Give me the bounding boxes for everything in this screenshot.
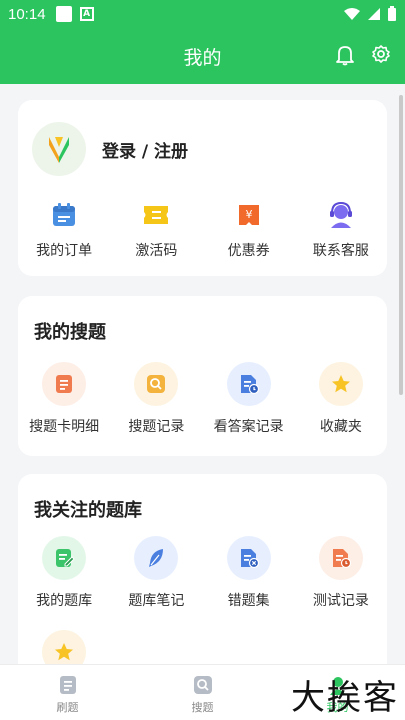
wrong-questions-label: 错题集 (227, 593, 270, 609)
answer-record-button[interactable]: 看答案记录 (203, 362, 295, 436)
my-banks-label: 我的题库 (36, 593, 93, 609)
tab-practice[interactable]: 刷题 (0, 665, 135, 720)
my-banks-card: 我关注的题库 我的题库 题库笔记 错题集 测试记录 (18, 474, 387, 694)
signal-icon (368, 8, 380, 20)
feather-icon (134, 536, 179, 580)
my-search-shortcuts: 搜题卡明细 搜题记录 看答案记录 收藏夹 (18, 362, 387, 436)
my-search-title: 我的搜题 (34, 322, 106, 343)
coupons-button[interactable]: ¥ 优惠券 (203, 200, 295, 260)
bank-notes-button[interactable]: 题库笔记 (110, 536, 202, 610)
my-banks-title: 我关注的题库 (34, 500, 142, 521)
test-records-button[interactable]: 测试记录 (295, 536, 387, 610)
my-search-card: 我的搜题 搜题卡明细 搜题记录 看答案记录 收藏夹 (18, 296, 387, 456)
wrong-doc-icon (226, 536, 271, 580)
login-register-link[interactable]: 登录 / 注册 (102, 137, 188, 162)
my-orders-button[interactable]: 我的订单 (18, 200, 110, 260)
search-card-detail-button[interactable]: 搜题卡明细 (18, 362, 110, 436)
notification-a-icon: A (79, 7, 94, 21)
customer-service-button[interactable]: 联系客服 (295, 200, 387, 260)
customer-service-label: 联系客服 (312, 243, 369, 259)
svg-text:¥: ¥ (245, 208, 252, 221)
login-row[interactable]: 登录 / 注册 (32, 122, 188, 176)
activation-code-button[interactable]: 激活码 (110, 200, 202, 260)
card-detail-icon (42, 362, 87, 406)
bell-icon[interactable] (335, 44, 355, 66)
tab-practice-label: 刷题 (56, 701, 79, 714)
favorites-button[interactable]: 收藏夹 (295, 362, 387, 436)
headset-icon (326, 200, 356, 230)
app-header: 我的 (0, 28, 405, 84)
search-card-detail-label: 搜题卡明细 (29, 419, 100, 435)
bank-notes-label: 题库笔记 (128, 593, 185, 609)
account-card: 登录 / 注册 我的订单 激活码 ¥ 优惠券 联系客服 (18, 100, 387, 276)
coupons-label: 优惠券 (227, 243, 270, 259)
watermark-text: 大挨客 (291, 678, 399, 718)
search-record-icon (134, 362, 179, 406)
wrong-questions-button[interactable]: 错题集 (203, 536, 295, 610)
ticket-icon (141, 200, 171, 230)
battery-icon (388, 6, 396, 21)
notification-square-icon (55, 6, 72, 22)
coupon-icon: ¥ (234, 200, 264, 230)
my-orders-label: 我的订单 (36, 243, 93, 259)
test-records-label: 测试记录 (312, 593, 369, 609)
my-banks-button[interactable]: 我的题库 (18, 536, 110, 610)
test-doc-icon (318, 536, 363, 580)
scrollbar[interactable] (399, 95, 403, 395)
app-logo-icon (32, 122, 86, 176)
account-shortcuts: 我的订单 激活码 ¥ 优惠券 联系客服 (18, 200, 387, 260)
search-tab-icon (193, 676, 212, 694)
wifi-icon (344, 8, 360, 20)
calendar-icon (49, 200, 79, 230)
search-record-button[interactable]: 搜题记录 (110, 362, 202, 436)
edit-doc-icon (42, 536, 87, 580)
practice-icon (59, 676, 76, 694)
gear-icon[interactable] (371, 44, 391, 64)
favorites-label: 收藏夹 (319, 419, 362, 435)
activation-code-label: 激活码 (135, 243, 178, 259)
search-record-label: 搜题记录 (128, 419, 185, 435)
tab-search-label: 搜题 (191, 701, 214, 714)
tab-search[interactable]: 搜题 (135, 665, 270, 720)
status-bar: 10:14 A (0, 0, 405, 28)
answer-record-label: 看答案记录 (213, 419, 284, 435)
star-icon (318, 362, 363, 406)
answer-record-icon (226, 362, 271, 406)
my-banks-shortcuts-row1: 我的题库 题库笔记 错题集 测试记录 (18, 536, 387, 610)
status-time: 10:14 (8, 5, 46, 23)
page-title: 我的 (183, 46, 222, 69)
